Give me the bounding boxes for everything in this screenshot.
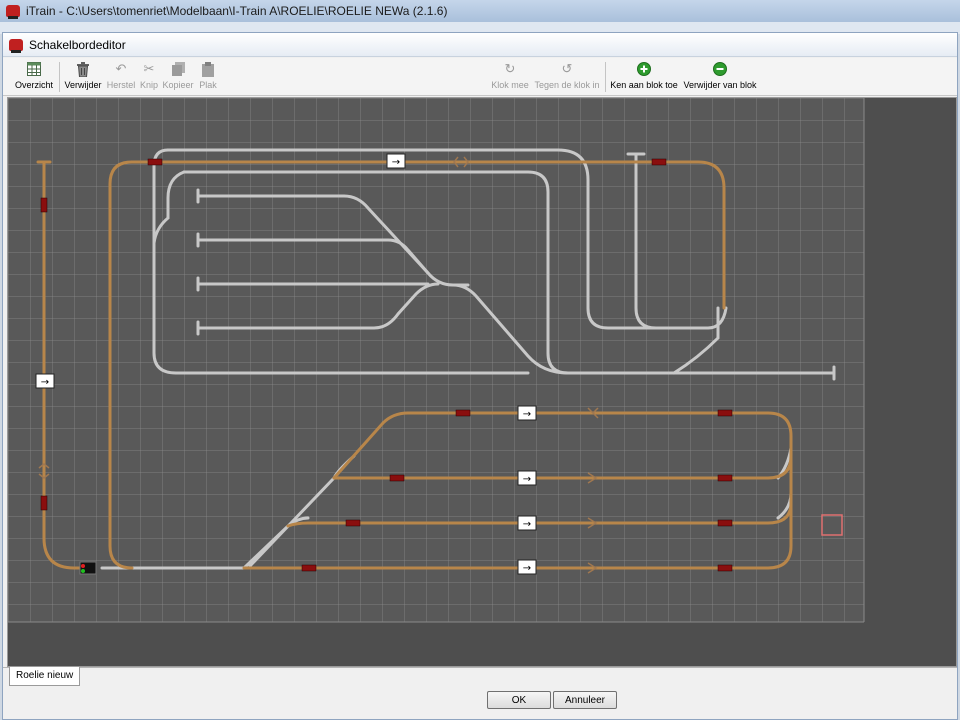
direction-arrow-box[interactable]: → xyxy=(517,559,537,575)
block-marker[interactable] xyxy=(40,495,48,511)
switchboard-editor-dialog: Schakelbordeditor Overzicht Verwijder ↶ … xyxy=(2,32,958,720)
copy-icon xyxy=(170,61,186,77)
restore-button[interactable]: ↶ Herstel xyxy=(105,61,137,95)
block-marker[interactable] xyxy=(717,564,733,572)
block-marker[interactable] xyxy=(389,474,405,482)
direction-arrow-box[interactable]: → xyxy=(517,470,537,486)
paste-icon xyxy=(200,61,216,77)
cut-button[interactable]: ✂ Knip xyxy=(137,61,161,95)
paste-button[interactable]: Plak xyxy=(197,61,219,95)
cancel-button[interactable]: Annuleer xyxy=(553,691,617,709)
block-marker[interactable] xyxy=(301,564,317,572)
toolbar: Overzicht Verwijder ↶ Herstel ✂ Knip Kop… xyxy=(3,58,957,96)
remove-from-block-button[interactable]: Verwijder van blok xyxy=(681,61,759,95)
rotate-cw-icon: ↻ xyxy=(504,61,516,76)
svg-text:→: → xyxy=(523,409,531,420)
dialog-title: Schakelbordeditor xyxy=(29,37,126,52)
signal-icon[interactable] xyxy=(79,561,97,575)
block-marker[interactable] xyxy=(651,158,667,166)
itrain-logo-icon xyxy=(6,5,20,19)
block-marker[interactable] xyxy=(345,519,361,527)
toolbar-separator xyxy=(59,62,60,92)
block-marker[interactable] xyxy=(717,474,733,482)
rotate-counterclockwise-label: Tegen de klok in xyxy=(534,80,600,90)
app-titlebar: iTrain - C:\Users\tomenriet\Modelbaan\I-… xyxy=(0,0,960,22)
trash-icon xyxy=(75,61,91,77)
overview-label: Overzicht xyxy=(14,80,53,90)
plus-circle-icon xyxy=(636,61,652,77)
direction-arrow-box[interactable]: → xyxy=(517,405,537,421)
undo-icon: ↶ xyxy=(115,61,127,76)
grid xyxy=(8,98,864,622)
direction-arrow-box[interactable]: → xyxy=(386,153,406,169)
assign-to-block-label: Ken aan blok toe xyxy=(610,80,678,90)
rotate-ccw-icon: ↺ xyxy=(561,61,573,76)
minus-circle-icon xyxy=(712,61,728,77)
overview-button[interactable]: Overzicht xyxy=(13,61,55,95)
toolbar-separator xyxy=(605,62,606,92)
block-marker[interactable] xyxy=(717,519,733,527)
delete-label: Verwijder xyxy=(64,80,102,90)
direction-arrow-box[interactable]: → xyxy=(35,373,55,389)
svg-text:→: → xyxy=(523,563,531,574)
dialog-titlebar: Schakelbordeditor xyxy=(3,33,957,57)
dialog-button-bar: OK Annuleer xyxy=(3,687,957,719)
table-icon xyxy=(26,61,42,77)
delete-button[interactable]: Verwijder xyxy=(63,61,103,95)
rotate-clockwise-label: Klok mee xyxy=(491,80,529,90)
copy-label: Kopieer xyxy=(162,80,194,90)
svg-text:→: → xyxy=(41,377,49,388)
remove-from-block-label: Verwijder van blok xyxy=(683,80,757,90)
paste-label: Plak xyxy=(199,80,217,90)
block-marker[interactable] xyxy=(717,409,733,417)
dialog-icon xyxy=(9,38,23,53)
rotate-clockwise-button[interactable]: ↻ Klok mee xyxy=(490,61,530,95)
block-marker[interactable] xyxy=(147,158,163,166)
tab-strip: Roelie nieuw xyxy=(3,667,957,687)
ok-button[interactable]: OK xyxy=(487,691,551,709)
svg-text:→: → xyxy=(523,519,531,530)
cut-label: Knip xyxy=(139,80,158,90)
copy-button[interactable]: Kopieer xyxy=(161,61,195,95)
scissors-icon: ✂ xyxy=(143,61,155,76)
block-marker[interactable] xyxy=(40,197,48,213)
direction-arrow-box[interactable]: → xyxy=(517,515,537,531)
track-plan-canvas[interactable]: → → → → → → xyxy=(7,97,957,667)
svg-text:→: → xyxy=(392,157,400,168)
assign-to-block-button[interactable]: Ken aan blok toe xyxy=(609,61,679,95)
app-title: iTrain - C:\Users\tomenriet\Modelbaan\I-… xyxy=(26,4,448,18)
block-marker[interactable] xyxy=(455,409,471,417)
track-plan-svg[interactable]: → → → → → → xyxy=(8,98,956,666)
restore-label: Herstel xyxy=(106,80,136,90)
svg-text:→: → xyxy=(523,474,531,485)
rotate-counterclockwise-button[interactable]: ↺ Tegen de klok in xyxy=(532,61,602,95)
tab-roelie-nieuw[interactable]: Roelie nieuw xyxy=(9,667,81,686)
